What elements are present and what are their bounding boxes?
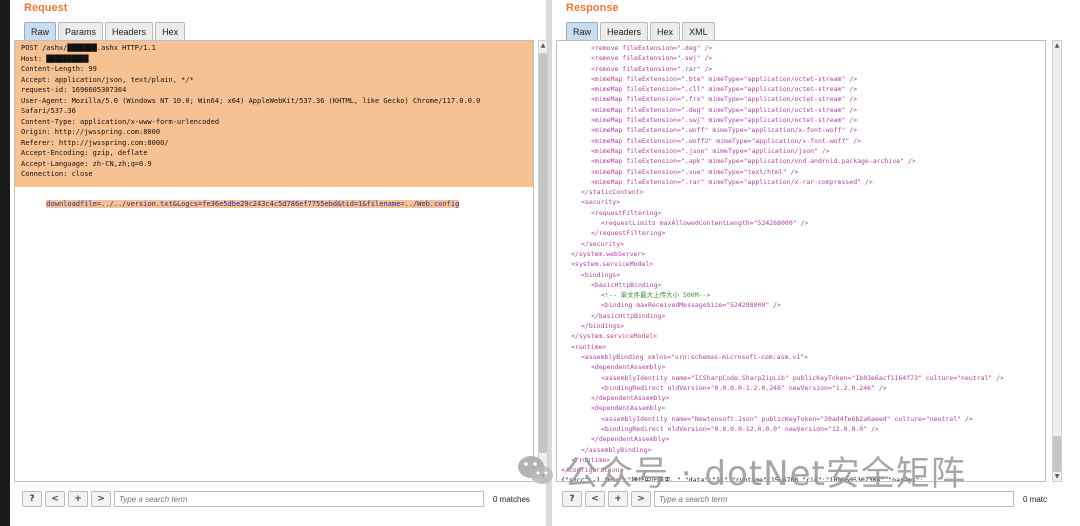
- request-search-input[interactable]: [114, 491, 484, 507]
- request-tab-params[interactable]: Params: [58, 22, 104, 40]
- request-scroll-thumb[interactable]: [539, 53, 547, 453]
- response-scrollbar[interactable]: ▲ ▼: [1052, 40, 1062, 482]
- xml-line: <mimeMap fileExtension=".woff" mimeType=…: [591, 126, 858, 135]
- request-tab-headers[interactable]: Headers: [105, 22, 154, 40]
- xml-line: <remove fileExtension=".deg" />: [591, 44, 713, 52]
- response-tab-hex[interactable]: Hex: [650, 22, 681, 40]
- response-match-count: 0 matc: [1023, 494, 1048, 504]
- xml-line: <bindingRedirect oldVersion="0.0.0.0-1.2…: [601, 383, 887, 392]
- xml-line: <dependentAssembly>: [591, 363, 666, 372]
- xml-line: <requestFiltering>: [591, 208, 662, 217]
- xml-line: <requestLimits maxAllowedContentLength="…: [601, 219, 809, 228]
- request-headers: POST /ashx/███████.ashx HTTP/1.1 Host: ██…: [21, 43, 480, 180]
- previous-match-button[interactable]: <: [585, 491, 605, 507]
- xml-line: </assemblyBinding>: [581, 445, 652, 454]
- request-tab-hex[interactable]: Hex: [155, 22, 186, 40]
- xml-line: <mimeMap fileExtension=".json" mimeType=…: [591, 146, 830, 155]
- xml-line: </dependentAssembly>: [591, 435, 670, 444]
- request-pane: Request Raw Params Headers Hex POST /ashx/█…: [10, 0, 548, 526]
- xml-line: </configuration>: [561, 466, 624, 475]
- response-json-line: {"succ":-1,"msg":"操作中止结束。","data":"[]","…: [561, 476, 924, 482]
- xml-line: <remove fileExtension=".swj" />: [591, 54, 713, 63]
- request-header-line: Content-Length: 99: [21, 65, 97, 73]
- previous-match-button[interactable]: <: [45, 491, 65, 507]
- xml-line: </runtime>: [571, 455, 611, 464]
- request-header-line: Host: ██████████: [21, 54, 89, 63]
- xml-line: </security>: [581, 239, 625, 248]
- xml-line: <dependentAssembly>: [591, 404, 666, 413]
- xml-line: <assemblyBinding xmlns="urn:schemas-micr…: [581, 352, 808, 361]
- response-tab-raw[interactable]: Raw: [566, 22, 599, 40]
- request-header-line: Accept-Encoding: gzip, deflate: [21, 149, 148, 157]
- xml-line: <mimeMap fileExtension=".frx" mimeType="…: [591, 95, 858, 104]
- response-title: Response: [566, 2, 619, 14]
- request-search-bar: ? < + > 0 matches: [22, 490, 530, 508]
- request-header-line: User-Agent: Mozilla/5.0 (Windows NT 10.0…: [21, 96, 481, 105]
- xml-line: </basicHttpBinding>: [591, 311, 666, 320]
- xml-line: <mimeMap fileExtension=".deg" mimeType="…: [591, 105, 858, 114]
- xml-line: <system.serviceModel>: [571, 260, 654, 269]
- request-header-line: Connection: close: [21, 170, 93, 178]
- request-header-line: Origin: http://jwsspring.com:8000: [21, 128, 161, 136]
- request-header-line: Safari/537.36: [21, 107, 76, 115]
- response-pane: Response Raw Headers Hex XML <remove fileEx…: [552, 0, 1080, 526]
- xml-line: </system.serviceModel>: [571, 332, 658, 341]
- request-match-count: 0 matches: [493, 494, 530, 504]
- scroll-down-arrow-icon[interactable]: ▼: [539, 472, 547, 481]
- response-search-input[interactable]: [654, 491, 1014, 507]
- scroll-down-arrow-icon[interactable]: ▼: [1053, 472, 1061, 481]
- response-tabbar: Raw Headers Hex XML: [566, 22, 715, 40]
- xml-comment-line: <!-- 单文件最大上传大小 500M-->: [601, 291, 711, 300]
- request-title: Request: [24, 2, 68, 14]
- scroll-up-arrow-icon[interactable]: ▲: [539, 41, 547, 50]
- request-tab-raw[interactable]: Raw: [24, 22, 57, 40]
- request-header-line: Content-Type: application/x-www-form-url…: [21, 117, 220, 126]
- add-button[interactable]: +: [68, 491, 88, 507]
- xml-line: </staticContent>: [581, 188, 644, 197]
- response-search-bar: ? < + > 0 matc: [562, 490, 1047, 508]
- request-editor[interactable]: POST /ashx/███████.ashx HTTP/1.1 Host: ██…: [14, 40, 534, 482]
- xml-line: <runtime>: [571, 342, 607, 351]
- request-header-line: POST /ashx/███████.ashx HTTP/1.1: [21, 44, 156, 52]
- help-button[interactable]: ?: [22, 491, 42, 507]
- response-editor[interactable]: <remove fileExtension=".deg" /> <remove f…: [556, 40, 1046, 482]
- xml-line: </bindings>: [581, 322, 625, 331]
- xml-line: <bindings>: [581, 270, 621, 279]
- xml-line: <bindingRedirect oldVersion="0.0.0.0-12.…: [601, 424, 879, 433]
- response-xml: <remove fileExtension=".deg" /> <remove f…: [561, 43, 1005, 482]
- request-tabbar: Raw Params Headers Hex: [24, 22, 186, 40]
- add-button[interactable]: +: [608, 491, 628, 507]
- request-body-line: downloadfile=../../version.txt&Logcs=fe3…: [21, 189, 460, 219]
- xml-line: <mimeMap fileExtension=".bte" mimeType="…: [591, 74, 858, 83]
- request-header-line: Accept-Language: zh-CN,zh;q=0.9: [21, 159, 152, 168]
- help-button[interactable]: ?: [562, 491, 582, 507]
- xml-line: <mimeMap fileExtension=".woff2" mimeType…: [591, 136, 862, 145]
- response-tab-headers[interactable]: Headers: [600, 22, 649, 40]
- request-scrollbar[interactable]: ▲ ▼: [538, 40, 548, 482]
- xml-line: <security>: [581, 198, 621, 207]
- xml-line: <binding maxReceivedMessageSize="5242880…: [601, 301, 782, 310]
- xml-line: <basicHttpBinding>: [591, 280, 662, 289]
- xml-line: </requestFiltering>: [591, 229, 666, 238]
- request-body: downloadfile=../../version.txt&Logcs=fe3…: [46, 200, 460, 208]
- request-header-line: request-id: 1696605307364: [21, 86, 127, 94]
- xml-line: <mimeMap fileExtension=".apk" mimeType="…: [591, 157, 916, 166]
- xml-line: <mimeMap fileExtension=".vue" mimeType="…: [591, 167, 799, 176]
- xml-line: <assemblyIdentity name="Newtonsoft.Json"…: [601, 414, 973, 423]
- xml-line: <mimeMap fileExtension=".swj" mimeType="…: [591, 116, 858, 125]
- request-header-line: Referer: http://jwsspring.com:8000/: [21, 138, 169, 147]
- scroll-up-arrow-icon[interactable]: ▲: [1053, 41, 1061, 50]
- xml-line: </dependentAssembly>: [591, 394, 670, 403]
- request-header-line: Accept: application/json, text/plain, */…: [21, 75, 194, 84]
- next-match-button[interactable]: >: [91, 491, 111, 507]
- xml-line: <remove fileExtension=".rar" />: [591, 64, 713, 73]
- xml-line: <mimeMap fileExtension=".rar" mimeType="…: [591, 177, 873, 186]
- left-dark-edge: [0, 0, 10, 526]
- xml-line: <assemblyIdentity name="ICSharpCode.Shar…: [601, 373, 1005, 382]
- response-tab-xml[interactable]: XML: [682, 22, 715, 40]
- next-match-button[interactable]: >: [631, 491, 651, 507]
- xml-line: </system.webServer>: [571, 249, 646, 258]
- response-scroll-thumb[interactable]: [1053, 436, 1061, 472]
- xml-line: <mimeMap fileExtension=".cll" mimeType="…: [591, 85, 858, 94]
